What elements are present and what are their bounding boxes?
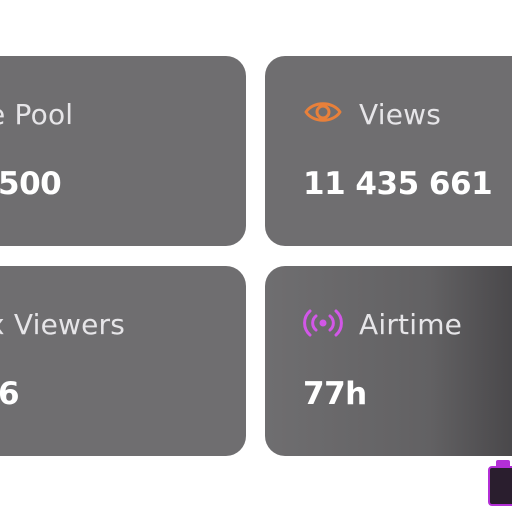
views-value: 11 435 661 <box>303 166 493 202</box>
briefcase-handle <box>496 460 510 468</box>
views-label: Views <box>359 98 442 131</box>
eye-icon <box>304 102 342 122</box>
airtime-card: Airtime 77h <box>265 266 512 456</box>
max-viewers-value: 6 <box>0 376 20 412</box>
views-card: Views 11 435 661 <box>265 56 512 246</box>
prize-pool-value: 500 <box>0 166 62 202</box>
prize-pool-card: e Pool 500 <box>0 56 246 246</box>
max-viewers-label: x Viewers <box>0 308 126 341</box>
max-viewers-card: x Viewers 6 <box>0 266 246 456</box>
prize-pool-label: e Pool <box>0 98 74 131</box>
airtime-label: Airtime <box>359 308 463 341</box>
briefcase-icon[interactable] <box>488 460 512 506</box>
airtime-value: 77h <box>303 376 367 412</box>
stats-panel: e Pool 500 Views 11 435 661 x Viewers 6 … <box>0 0 512 512</box>
broadcast-icon <box>303 309 343 337</box>
